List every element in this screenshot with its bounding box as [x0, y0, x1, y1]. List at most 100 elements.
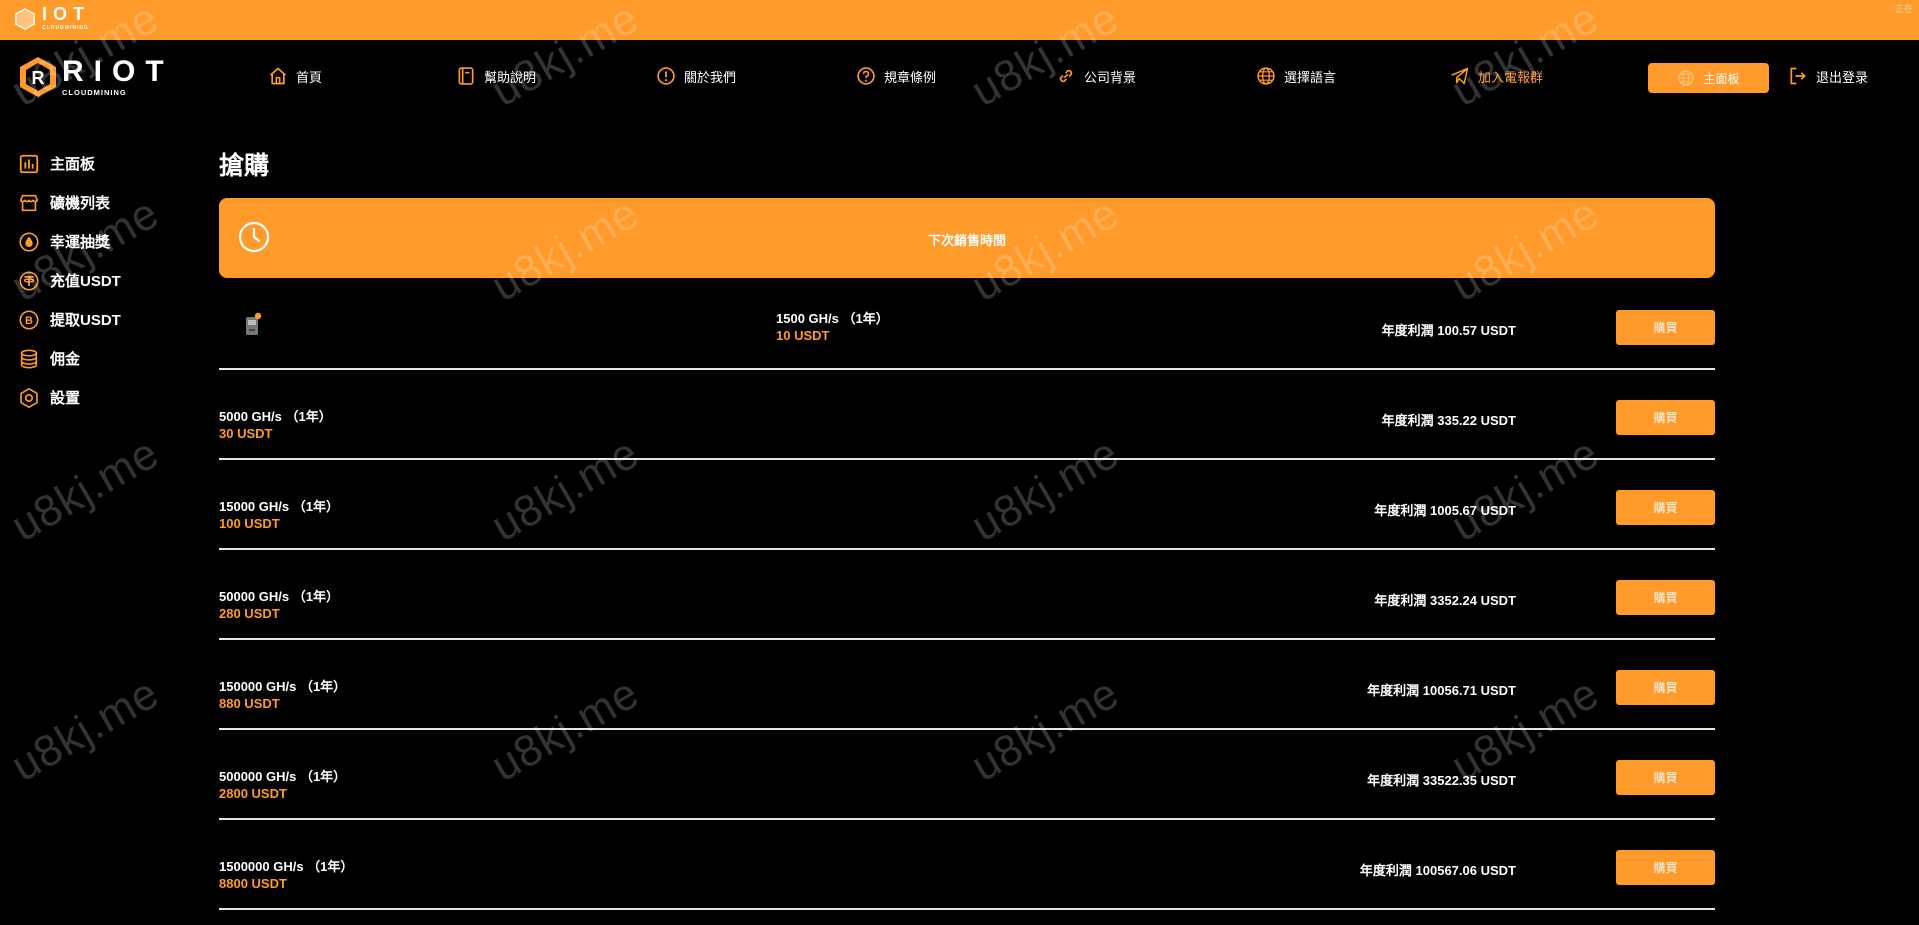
product-row: 5000 GH/s （1年） 30 USDT 年度利潤 335.22 USDT … [219, 370, 1715, 460]
top-nav: 首頁 幫助說明 關於我們 規章條例 公司背景 選擇語言 加入電報群 退出登录 [0, 60, 1919, 96]
sidebar-item-withdraw[interactable]: B 提取USDT [18, 300, 121, 339]
product-info: 15000 GH/s （1年） 100 USDT [219, 498, 339, 532]
product-spec: 500000 GH/s （1年） [219, 769, 347, 784]
nav-logout-label: 退出登录 [1816, 69, 1869, 85]
nav-about-label: 關於我們 [684, 69, 737, 85]
product-price: 880 USDT [219, 696, 280, 711]
product-profit: 年度利潤 3352.24 USDT [1374, 593, 1516, 608]
product-info: 150000 GH/s （1年） 880 USDT [219, 678, 346, 712]
product-row: 1500 GH/s （1年） 10 USDT 年度利潤 100.57 USDT … [219, 280, 1715, 370]
settings-icon [20, 387, 38, 408]
product-spec: 1500000 GH/s （1年） [219, 859, 354, 874]
banner-text: 下次銷售時間 [927, 233, 1006, 248]
bitcoin-icon: B [19, 309, 39, 330]
nav-logout[interactable]: 退出登录 [1788, 66, 1868, 86]
link-icon [1059, 69, 1073, 83]
nav-telegram-label: 加入電報群 [1478, 69, 1544, 85]
sidebar-item-label: 礦機列表 [50, 195, 111, 212]
product-price: 100 USDT [219, 516, 280, 531]
product-price: 8800 USDT [219, 876, 287, 891]
telegram-icon [1451, 67, 1469, 85]
nav-telegram[interactable]: 加入電報群 [1450, 66, 1543, 86]
nav-help[interactable]: 幫助說明 [456, 66, 536, 86]
product-price: 10 USDT [776, 328, 830, 343]
corner-text: 正在 [1894, 4, 1913, 14]
product-spec: 15000 GH/s （1年） [219, 499, 339, 514]
sidebar-item-miners[interactable]: 礦機列表 [18, 183, 121, 222]
nav-background[interactable]: 公司背景 [1056, 66, 1136, 86]
buy-button[interactable]: 購買 [1616, 490, 1715, 525]
info-icon [657, 67, 675, 85]
product-price: 30 USDT [219, 426, 273, 441]
hexagon-logo-icon [15, 7, 35, 30]
product-list: 1500 GH/s （1年） 10 USDT 年度利潤 100.57 USDT … [219, 280, 1715, 910]
product-profit: 年度利潤 100.57 USDT [1381, 323, 1516, 338]
product-info: 500000 GH/s （1年） 2800 USDT [219, 768, 346, 802]
product-row: 1500000 GH/s （1年） 8800 USDT 年度利潤 100567.… [219, 820, 1715, 910]
nav-language[interactable]: 選擇語言 [1256, 66, 1336, 86]
product-row: 50000 GH/s （1年） 280 USDT 年度利潤 3352.24 US… [219, 550, 1715, 640]
nav-home[interactable]: 首頁 [268, 66, 322, 86]
product-info: 50000 GH/s （1年） 280 USDT [219, 588, 339, 622]
top-logo: IOT CLOUDMINING [14, 4, 90, 31]
product-spec: 150000 GH/s （1年） [219, 679, 347, 694]
product-spec: 1500 GH/s （1年） [776, 311, 889, 326]
miner-device-icon [246, 312, 262, 335]
product-info: 5000 GH/s （1年） 30 USDT [219, 408, 332, 442]
sidebar-item-label: 佣金 [50, 351, 81, 368]
product-profit: 年度利潤 10056.71 USDT [1367, 683, 1516, 698]
buy-button[interactable]: 購買 [1616, 850, 1715, 885]
sidebar-item-label: 充值USDT [50, 273, 121, 290]
sidebar-item-dashboard[interactable]: 主面板 [18, 144, 121, 183]
sidebar-item-settings[interactable]: 設置 [18, 378, 121, 417]
product-price: 280 USDT [219, 606, 280, 621]
buy-button[interactable]: 購買 [1616, 580, 1715, 615]
top-logo-subtitle: CLOUDMINING [42, 25, 89, 31]
globe-icon [1257, 67, 1275, 85]
nav-language-label: 選擇語言 [1284, 69, 1337, 85]
sidebar-item-label: 提取USDT [50, 312, 121, 329]
product-profit: 年度利潤 1005.67 USDT [1374, 503, 1516, 518]
sidebar-item-commission[interactable]: 佣金 [18, 339, 121, 378]
top-logo-text: IOT [42, 4, 90, 24]
watermark: u8kj.me [3, 428, 168, 552]
top-bar: IOT CLOUDMINING 正在 [0, 0, 1919, 40]
buy-button[interactable]: 購買 [1616, 760, 1715, 795]
product-row: 500000 GH/s （1年） 2800 USDT 年度利潤 33522.35… [219, 730, 1715, 820]
dashboard-button[interactable]: 主面板 [1648, 63, 1769, 93]
page-title: 搶購 [219, 152, 270, 180]
nav-about[interactable]: 關於我們 [656, 66, 736, 86]
buy-button[interactable]: 購買 [1616, 670, 1715, 705]
tether-icon [19, 270, 39, 291]
svg-text:B: B [25, 315, 33, 327]
nav-rules-label: 規章條例 [884, 69, 937, 85]
book-icon [458, 67, 474, 85]
globe-icon [1678, 70, 1695, 86]
product-profit: 年度利潤 33522.35 USDT [1367, 773, 1516, 788]
nav-home-label: 首頁 [296, 69, 323, 85]
sidebar-item-deposit[interactable]: 充值USDT [18, 261, 121, 300]
chart-icon [19, 154, 39, 173]
product-info: 1500000 GH/s （1年） 8800 USDT [219, 858, 353, 892]
product-row: 150000 GH/s （1年） 880 USDT 年度利潤 10056.71 … [219, 640, 1715, 730]
next-sale-banner: 下次銷售時間 [219, 198, 1715, 278]
product-row: 15000 GH/s （1年） 100 USDT 年度利潤 1005.67 US… [219, 460, 1715, 550]
question-icon [857, 67, 875, 85]
sidebar-item-lottery[interactable]: 幸運抽獎 [18, 222, 121, 261]
buy-button[interactable]: 購買 [1616, 310, 1715, 345]
product-spec: 50000 GH/s （1年） [219, 589, 339, 604]
store-icon [19, 194, 39, 211]
nav-rules[interactable]: 規章條例 [856, 66, 936, 86]
home-icon [269, 67, 287, 85]
buy-button[interactable]: 購買 [1616, 400, 1715, 435]
product-profit: 年度利潤 335.22 USDT [1381, 413, 1516, 428]
nav-background-label: 公司背景 [1084, 69, 1137, 85]
logout-icon [1790, 67, 1806, 85]
nav-help-label: 幫助說明 [484, 69, 537, 85]
product-info: 1500 GH/s （1年） 10 USDT [776, 310, 889, 344]
database-icon [20, 348, 38, 369]
drop-icon [19, 231, 39, 252]
sidebar: 主面板 礦機列表 幸運抽獎 充值USDT B 提取USDT 佣金 設置 [18, 144, 121, 417]
sidebar-item-label: 主面板 [50, 156, 96, 173]
sidebar-item-label: 幸運抽獎 [50, 234, 111, 251]
